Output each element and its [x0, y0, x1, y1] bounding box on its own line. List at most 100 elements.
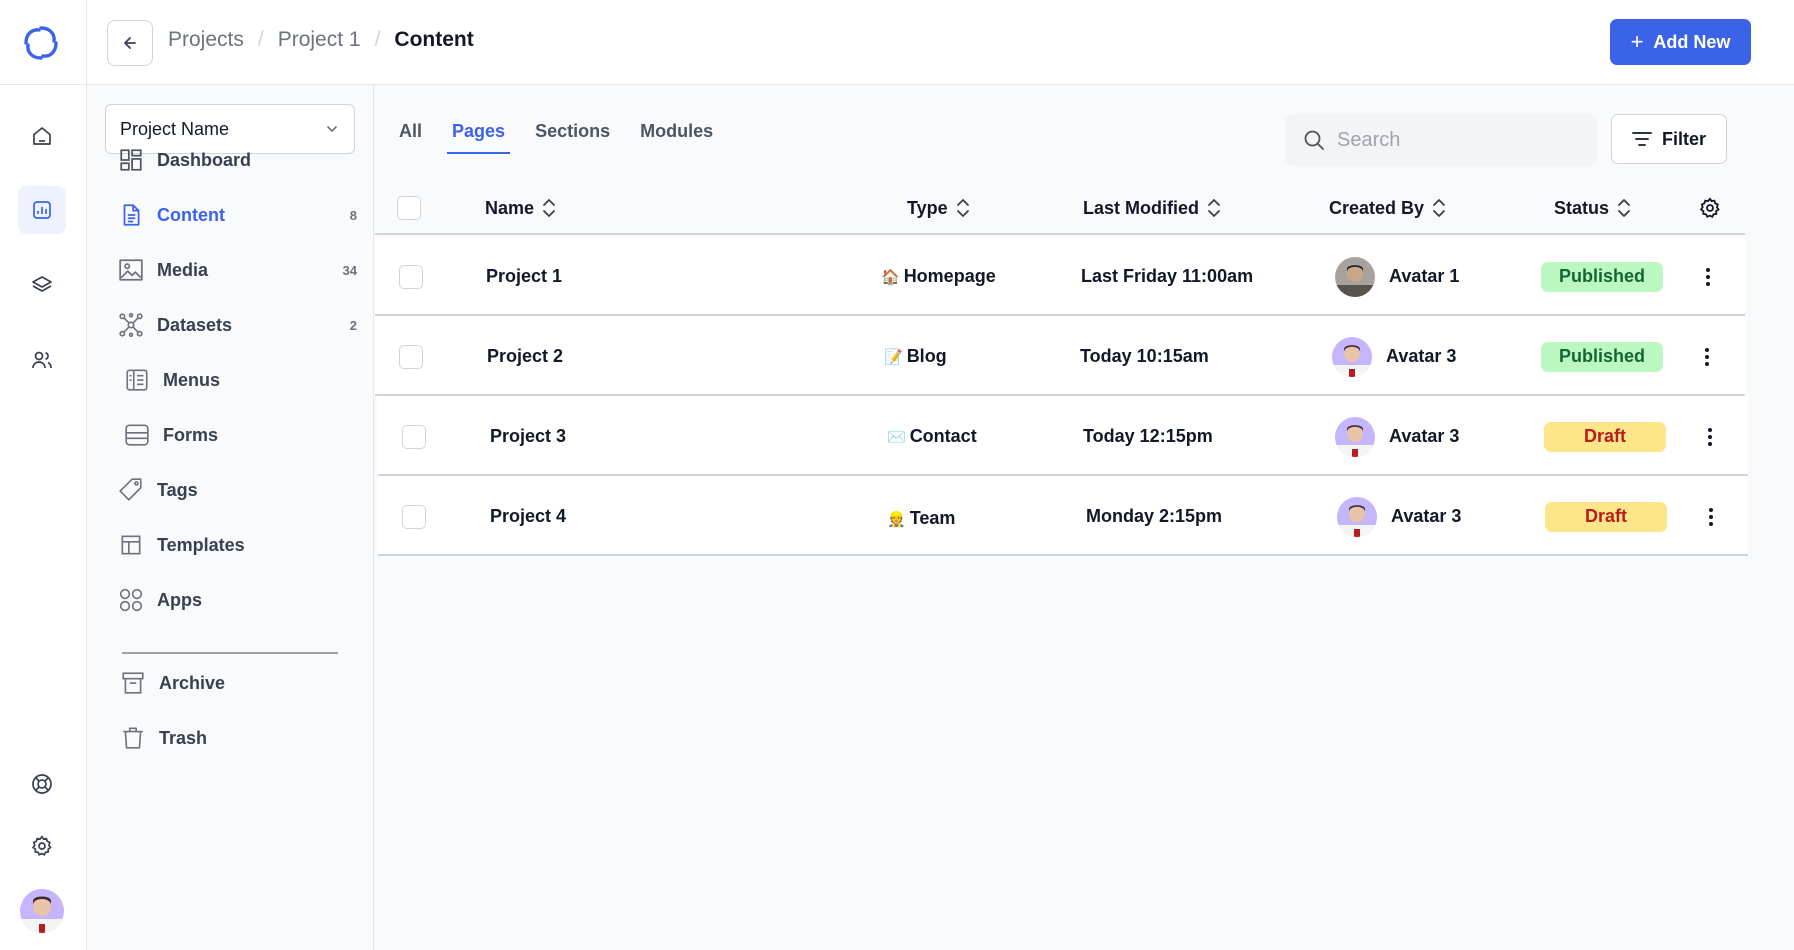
column-settings-button[interactable]	[1698, 181, 1722, 235]
table-row[interactable]: Project 1 🏠 Homepage Last Friday 11:00am…	[375, 237, 1745, 316]
sidebar-item-count: 8	[349, 207, 357, 223]
column-header-type[interactable]: Type	[907, 181, 970, 235]
column-header-created-by[interactable]: Created By	[1329, 181, 1446, 235]
back-button[interactable]	[107, 20, 153, 66]
tab-all[interactable]: All	[399, 121, 422, 154]
breadcrumb-separator: /	[374, 28, 381, 51]
sidebar-item-media[interactable]: Media 34	[117, 252, 357, 288]
trash-icon	[119, 724, 147, 752]
search-input[interactable]	[1337, 128, 1577, 152]
sidebar-item-content[interactable]: Content 8	[117, 197, 357, 233]
row-name[interactable]: Project 2	[487, 317, 563, 396]
column-header-last-modified[interactable]: Last Modified	[1083, 181, 1221, 235]
sidebar-item-templates[interactable]: Templates	[117, 527, 357, 563]
table-row[interactable]: Project 2 📝 Blog Today 10:15am Avatar 3 …	[375, 317, 1745, 396]
row-checkbox[interactable]	[399, 344, 423, 369]
breadcrumb-projects[interactable]: Projects	[168, 28, 244, 52]
tag-icon	[117, 476, 145, 504]
table-row[interactable]: Project 3 ✉️ Contact Today 12:15pm Avata…	[378, 397, 1748, 476]
plus-icon: +	[1630, 29, 1644, 54]
row-type: ✉️ Contact	[887, 397, 977, 476]
sort-icon	[1433, 199, 1445, 217]
sidebar-item-archive[interactable]: Archive	[119, 665, 357, 701]
breadcrumb-current: Content	[394, 28, 474, 51]
rail-settings-button[interactable]	[18, 822, 66, 870]
row-author: Avatar 3	[1332, 317, 1456, 396]
type-emoji: 🏠	[881, 268, 900, 286]
row-checkbox-cell	[399, 237, 423, 316]
tab-modules[interactable]: Modules	[640, 121, 713, 154]
sidebar-item-label: Datasets	[157, 314, 233, 335]
filter-button[interactable]: Filter	[1611, 114, 1727, 164]
rail-users-button[interactable]	[18, 336, 66, 384]
rail-analytics-button[interactable]	[18, 186, 66, 234]
gear-icon	[1699, 197, 1720, 219]
users-icon	[32, 351, 52, 369]
sidebar-item-label: Tags	[157, 479, 198, 500]
chart-icon	[33, 201, 51, 219]
dashboard-icon	[117, 146, 145, 174]
sort-icon	[956, 199, 969, 217]
sidebar-item-menus[interactable]: Menus	[123, 362, 357, 398]
row-menu-button[interactable]	[1701, 477, 1721, 556]
sidebar-item-label: Content	[157, 204, 225, 225]
filter-label: Filter	[1661, 128, 1706, 149]
row-name[interactable]: Project 3	[490, 397, 566, 476]
sidebar-item-label: Apps	[157, 589, 202, 610]
add-new-button[interactable]: + Add New	[1610, 19, 1751, 65]
sidebar-item-forms[interactable]: Forms	[123, 417, 357, 453]
column-label: Created By	[1329, 197, 1425, 218]
row-checkbox[interactable]	[402, 424, 426, 449]
main-content: All Pages Sections Modules Filter Name T…	[375, 85, 1794, 950]
row-type-label: Team	[909, 508, 956, 528]
column-header-name[interactable]: Name	[485, 181, 556, 235]
row-type-label: Homepage	[903, 266, 996, 286]
row-checkbox-cell	[402, 397, 426, 476]
breadcrumb-project[interactable]: Project 1	[278, 28, 361, 52]
row-author-name: Avatar 3	[1389, 426, 1460, 446]
table-header: Name Type Last Modified Created By Statu…	[375, 181, 1745, 235]
rail-layers-button[interactable]	[18, 261, 66, 309]
row-name[interactable]: Project 1	[486, 237, 562, 316]
rail-help-button[interactable]	[18, 760, 66, 808]
more-vertical-icon	[1701, 503, 1721, 531]
row-checkbox[interactable]	[402, 504, 426, 529]
row-status-cell: Published	[1541, 237, 1663, 316]
sidebar-item-apps[interactable]: Apps	[117, 582, 357, 618]
row-menu-button[interactable]	[1698, 237, 1718, 316]
column-header-status[interactable]: Status	[1554, 181, 1631, 235]
row-type: 📝 Blog	[884, 317, 947, 396]
row-author-name: Avatar 3	[1391, 506, 1462, 526]
type-emoji: ✉️	[887, 428, 906, 446]
row-author: Avatar 3	[1337, 477, 1461, 556]
arrow-left-icon	[124, 37, 136, 49]
content-tabs: All Pages Sections Modules	[399, 121, 743, 154]
tab-pages[interactable]: Pages	[447, 121, 511, 154]
lifebuoy-icon	[32, 774, 52, 794]
row-checkbox[interactable]	[399, 264, 423, 289]
menu-book-icon	[123, 366, 151, 394]
breadcrumb: Projects / Project 1 / Content	[168, 28, 474, 52]
table-row[interactable]: Project 4 👷 Team Monday 2:15pm Avatar 3 …	[378, 477, 1748, 556]
image-icon	[117, 256, 145, 284]
content-sidebar: Project Name Dashboard Content 8 Media 3…	[87, 85, 374, 950]
logo-icon[interactable]	[22, 24, 60, 62]
rail-home-button[interactable]	[18, 112, 66, 160]
row-name[interactable]: Project 4	[490, 477, 566, 556]
sidebar-item-dashboard[interactable]: Dashboard	[117, 142, 357, 178]
sidebar-item-label: Dashboard	[157, 149, 252, 170]
row-checkbox-cell	[399, 317, 423, 396]
row-menu-button[interactable]	[1700, 397, 1720, 476]
tab-sections[interactable]: Sections	[535, 121, 610, 154]
apps-icon	[117, 586, 145, 614]
select-all-checkbox[interactable]	[397, 196, 421, 220]
sidebar-item-trash[interactable]: Trash	[119, 720, 357, 756]
user-avatar[interactable]	[20, 889, 64, 933]
home-icon	[33, 127, 51, 145]
sidebar-item-tags[interactable]: Tags	[117, 472, 357, 508]
row-menu-button[interactable]	[1697, 317, 1717, 396]
row-type-label: Blog	[906, 346, 947, 366]
column-label: Type	[907, 197, 948, 218]
sidebar-item-label: Menus	[163, 369, 221, 390]
sidebar-item-datasets[interactable]: Datasets 2	[117, 307, 357, 343]
